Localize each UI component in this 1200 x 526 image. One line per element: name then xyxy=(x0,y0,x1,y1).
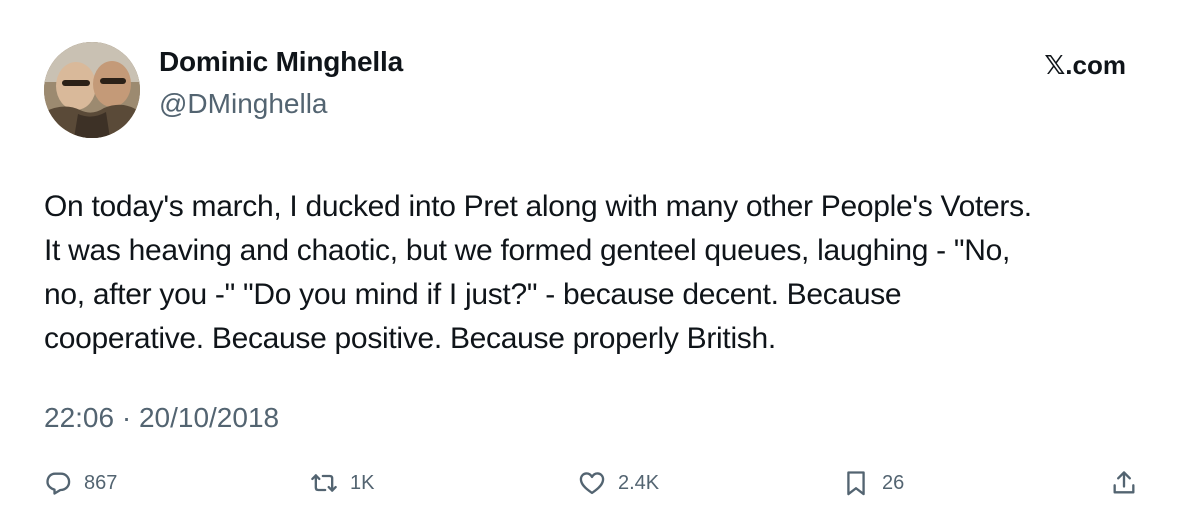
reply-count: 867 xyxy=(84,471,118,494)
tweet-text-line: It was heaving and chaotic, but we forme… xyxy=(44,234,1011,267)
x-logo: 𝕏.com xyxy=(1044,50,1126,80)
reply-button[interactable]: 867 xyxy=(44,466,117,500)
avatar-image xyxy=(44,42,140,138)
tweet-text-line: On today's march, I ducked into Pret alo… xyxy=(44,190,1032,223)
bookmark-count: 26 xyxy=(882,471,905,494)
reply-icon xyxy=(46,472,71,495)
like-count: 2.4K xyxy=(618,471,660,494)
tweet-timestamp[interactable]: 22:06 · 20/10/2018 xyxy=(44,402,279,434)
like-button[interactable]: 2.4K xyxy=(578,466,659,500)
like-icon xyxy=(579,472,605,495)
repost-button[interactable]: 1K xyxy=(310,466,374,500)
tweet-text-line: no, after you -" "Do you mind if I just?… xyxy=(44,278,902,311)
author-display-name[interactable]: Dominic Minghella xyxy=(159,46,403,78)
share-button[interactable] xyxy=(1110,466,1138,500)
bookmark-icon xyxy=(847,471,865,496)
avatar[interactable] xyxy=(44,42,140,138)
share-icon xyxy=(1113,471,1135,494)
tweet-text-line: cooperative. Because positive. Because p… xyxy=(44,322,776,355)
author-handle[interactable]: @DMinghella xyxy=(159,88,328,120)
bookmark-button[interactable]: 26 xyxy=(842,466,904,500)
tweet-text: On today's march, I ducked into Pret alo… xyxy=(44,185,1164,361)
repost-count: 1K xyxy=(350,471,375,494)
repost-icon xyxy=(311,474,337,492)
